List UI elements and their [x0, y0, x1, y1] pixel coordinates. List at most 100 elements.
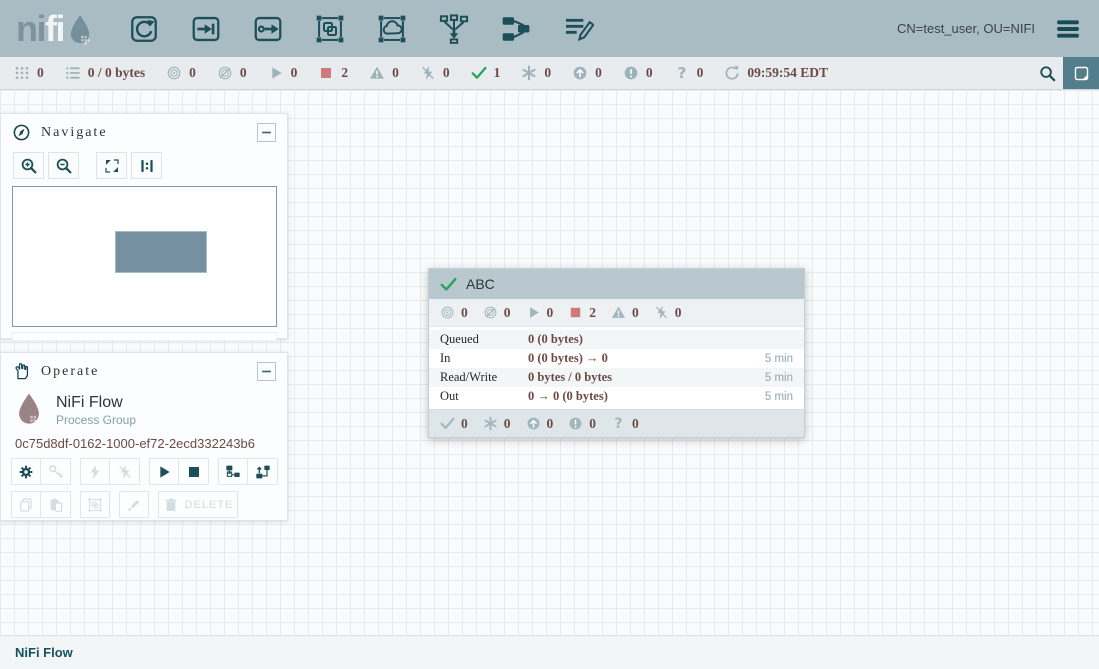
process-group-drop-icon: [15, 392, 43, 428]
status-sync-failure: 0: [674, 65, 704, 81]
pg-locally-modified: 0: [483, 416, 511, 432]
toolbar-input-port-icon[interactable]: [189, 12, 223, 46]
bulletin-board-button[interactable]: [1063, 57, 1099, 89]
up-arrow-circle-icon: [526, 416, 541, 431]
process-group-badges: 0 0 0 2 0 0: [429, 299, 804, 327]
upload-template-button[interactable]: [248, 458, 278, 485]
change-color-button[interactable]: [119, 491, 149, 518]
global-menu-button[interactable]: [1053, 16, 1083, 42]
access-policies-button[interactable]: [41, 458, 71, 485]
not-transmitting-icon: [483, 305, 498, 320]
zoom-in-button[interactable]: [13, 152, 44, 179]
minimap-component-rect[interactable]: [115, 231, 207, 273]
status-queued: 0 / 0 bytes: [65, 65, 145, 81]
birdseye-minimap[interactable]: [12, 186, 277, 327]
transmitting-icon: [440, 305, 455, 320]
component-toolbar: [127, 12, 595, 46]
play-icon: [526, 305, 541, 320]
pg-invalid: 0: [611, 305, 639, 321]
status-running: 0: [268, 65, 298, 81]
minus-icon: [260, 126, 273, 139]
bolt-slash-icon: [117, 464, 133, 480]
up-to-date-check-icon: [440, 276, 457, 293]
pg-stale: 0: [526, 416, 554, 432]
asterisk-icon: [483, 416, 498, 431]
zoom-actual-size-button[interactable]: [131, 152, 162, 179]
status-up-to-date: 1: [471, 65, 501, 81]
zoom-in-icon: [20, 157, 38, 175]
disabled-bolt-icon: [654, 305, 669, 320]
group-button[interactable]: [80, 491, 110, 518]
bulletin-note-icon: [1073, 65, 1090, 82]
toolbar-processor-icon[interactable]: [127, 12, 161, 46]
paste-icon: [48, 497, 64, 513]
stat-row-in: In 0 (0 bytes) → 0 5 min: [429, 349, 804, 368]
refresh-icon[interactable]: [724, 65, 740, 81]
status-disabled: 0: [420, 65, 450, 81]
toolbar-output-port-icon[interactable]: [251, 12, 285, 46]
play-icon: [268, 65, 284, 81]
pg-not-transmitting: 0: [483, 305, 511, 321]
zoom-out-button[interactable]: [48, 152, 79, 179]
disabled-bolt-icon: [420, 65, 436, 81]
search-button[interactable]: [1031, 57, 1063, 89]
flow-canvas[interactable]: Navigate Operate NiFi Flow Process Group: [0, 90, 1099, 635]
toolbar-template-icon[interactable]: [499, 12, 533, 46]
logo-text-fi: fi: [45, 11, 64, 47]
configure-button[interactable]: [11, 458, 41, 485]
play-icon: [156, 464, 172, 480]
process-group-header[interactable]: ABC: [429, 269, 804, 299]
up-arrow-circle-icon: [572, 65, 588, 81]
gear-icon: [18, 464, 34, 480]
copy-icon: [18, 497, 34, 513]
enable-button[interactable]: [80, 458, 110, 485]
hamburger-icon: [1053, 16, 1083, 42]
navigate-collapse-button[interactable]: [257, 123, 276, 142]
delete-button[interactable]: DELETE: [158, 491, 238, 518]
nifi-logo: nifi: [16, 10, 93, 47]
status-invalid: 0: [369, 65, 399, 81]
minimap-resize-handle[interactable]: [12, 332, 277, 341]
zoom-out-icon: [55, 157, 73, 175]
pg-stopped: 2: [568, 305, 596, 321]
warning-triangle-icon: [611, 305, 626, 320]
copy-button[interactable]: [11, 491, 41, 518]
toolbar-label-icon[interactable]: [561, 12, 595, 46]
save-template-icon: [225, 464, 241, 480]
operate-panel-title: Operate: [41, 364, 99, 380]
key-icon: [48, 464, 64, 480]
check-icon: [471, 65, 487, 81]
pg-sync-failure: 0: [611, 416, 639, 432]
start-button[interactable]: [149, 458, 179, 485]
stop-icon: [568, 305, 583, 320]
process-group-version-badges: 0 0 0 0 0: [429, 409, 804, 437]
bolt-icon: [87, 464, 103, 480]
pg-disabled: 0: [654, 305, 682, 321]
status-last-refreshed: 09:59:54 EDT: [724, 65, 828, 81]
disable-button[interactable]: [110, 458, 140, 485]
group-selection-icon: [87, 497, 103, 513]
process-group-abc[interactable]: ABC 0 0 0 2 0 0 Queued 0 (0 bytes) In 0 …: [428, 268, 805, 438]
question-mark-icon: [674, 65, 690, 81]
stop-icon: [186, 464, 202, 480]
flow-status-bar: 0 0 / 0 bytes 0 0 0 2 0 0 1 0 0 0 0 09:5…: [0, 57, 1099, 90]
toolbar-process-group-icon[interactable]: [313, 12, 347, 46]
process-group-name: ABC: [466, 276, 495, 292]
toolbar-funnel-icon[interactable]: [437, 12, 471, 46]
stop-button[interactable]: [179, 458, 209, 485]
not-transmitting-icon: [217, 65, 233, 81]
toolbar-remote-process-group-icon[interactable]: [375, 12, 409, 46]
pg-locally-modified-and-stale: 0: [568, 416, 596, 432]
process-group-stats-table: Queued 0 (0 bytes) In 0 (0 bytes) → 0 5 …: [429, 327, 804, 409]
zoom-fit-button[interactable]: [96, 152, 127, 179]
status-locally-modified: 0: [521, 65, 551, 81]
save-template-button[interactable]: [218, 458, 248, 485]
paste-button[interactable]: [41, 491, 71, 518]
navigate-panel-title: Navigate: [41, 125, 108, 141]
breadcrumb-root[interactable]: NiFi Flow: [15, 645, 73, 660]
trash-icon: [163, 497, 179, 513]
app-header: nifi CN=test_user, OU=NIFI: [0, 0, 1099, 57]
status-stopped: 2: [318, 65, 348, 81]
operate-collapse-button[interactable]: [257, 362, 276, 381]
transmitting-icon: [166, 65, 182, 81]
